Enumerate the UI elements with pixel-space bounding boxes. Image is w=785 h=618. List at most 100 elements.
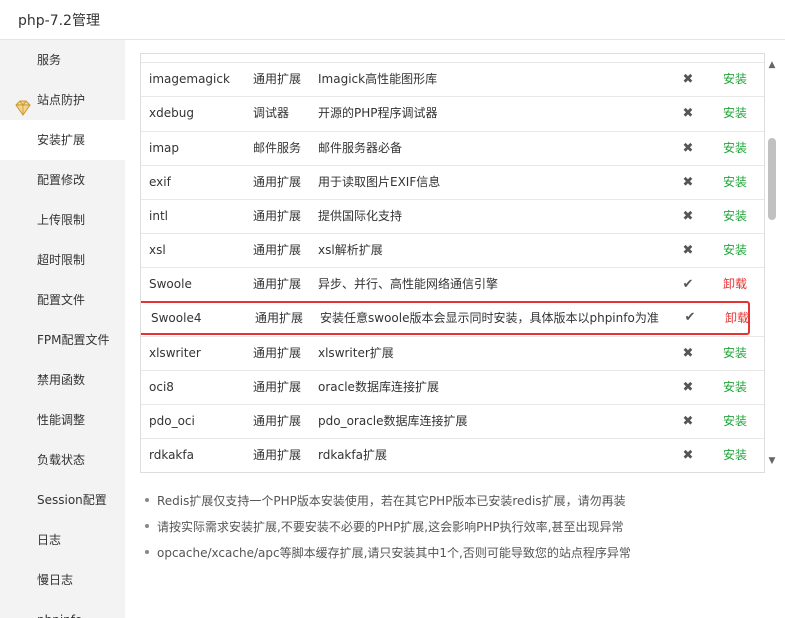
installed-check-icon: ✔ — [682, 277, 694, 292]
not-installed-icon: ✖ — [682, 209, 694, 224]
list-item: Redis扩展仅支持一个PHP版本安装使用，若在其它PHP版本已安装redis扩… — [141, 492, 761, 518]
not-installed-icon: ✖ — [682, 414, 694, 429]
extension-type: 通用扩展 — [253, 209, 302, 223]
table-row: Swoole 通用扩展 异步、并行、高性能网络通信引擎 ✔ 卸载 — [141, 267, 764, 301]
table-row: rdkakfa 通用扩展 rdkakfa扩展 ✖ 安装 — [141, 438, 764, 472]
table-row: intl 通用扩展 提供国际化支持 ✖ 安装 — [141, 199, 764, 233]
extension-type: 通用扩展 — [253, 243, 302, 257]
table-row: pdo_oci 通用扩展 pdo_oracle数据库连接扩展 ✖ 安装 — [141, 404, 764, 438]
main-panel: imagemagick 通用扩展 Imagick高性能图形库 ✖ 安装 xdeb… — [125, 40, 785, 618]
extension-description: 用于读取图片EXIF信息 — [318, 175, 441, 189]
installed-check-icon: ✔ — [684, 310, 696, 325]
extension-name: exif — [149, 175, 171, 189]
extension-name: xdebug — [149, 106, 194, 120]
extension-type: 通用扩展 — [253, 346, 302, 360]
not-installed-icon: ✖ — [682, 106, 694, 121]
sidebar-item-site-protection[interactable]: 站点防护 — [0, 80, 125, 120]
bullet-icon — [145, 550, 149, 554]
extension-description: Imagick高性能图形库 — [318, 72, 438, 86]
sidebar-item-config-edit[interactable]: 配置修改 — [0, 160, 125, 200]
sidebar-item-label: 禁用函数 — [37, 373, 86, 387]
scroll-up-arrow-icon[interactable]: ▲ — [765, 59, 779, 71]
not-installed-icon: ✖ — [682, 346, 694, 361]
sidebar-item-label: 慢日志 — [37, 573, 74, 587]
not-installed-icon: ✖ — [682, 243, 694, 258]
sidebar-item-config-file[interactable]: 配置文件 — [0, 280, 125, 320]
extension-type: 通用扩展 — [253, 380, 302, 394]
list-item: 请按实际需求安装扩展,不要安装不必要的PHP扩展,这会影响PHP执行效率,甚至出… — [141, 518, 761, 544]
sidebar: 服务 站点防护 安装扩展 配置修改 上传限制 超时限制 配置文件 FPM配置文件… — [0, 40, 125, 618]
sidebar-item-disabled-functions[interactable]: 禁用函数 — [0, 360, 125, 400]
window-title: php-7.2管理 — [18, 13, 100, 29]
not-installed-icon: ✖ — [682, 72, 694, 87]
sidebar-item-label: 配置修改 — [37, 173, 86, 187]
sidebar-item-service[interactable]: 服务 — [0, 40, 125, 80]
not-installed-icon: ✖ — [682, 141, 694, 156]
sidebar-item-timeout-limit[interactable]: 超时限制 — [0, 240, 125, 280]
list-item: opcache/xcache/apc等脚本缓存扩展,请只安装其中1个,否则可能导… — [141, 544, 761, 570]
extension-type: 通用扩展 — [255, 311, 304, 325]
uninstall-button[interactable]: 卸载 — [725, 303, 749, 333]
not-installed-icon: ✖ — [682, 448, 694, 463]
scroll-down-arrow-icon[interactable]: ▼ — [765, 455, 779, 467]
note-text: opcache/xcache/apc等脚本缓存扩展,请只安装其中1个,否则可能导… — [157, 546, 631, 560]
extension-name: rdkakfa — [149, 448, 194, 462]
extension-name: intl — [149, 209, 168, 223]
sidebar-item-install-extensions[interactable]: 安装扩展 — [0, 120, 125, 160]
sidebar-item-load-status[interactable]: 负载状态 — [0, 440, 125, 480]
extension-description: oracle数据库连接扩展 — [318, 380, 439, 394]
install-button[interactable]: 安装 — [723, 166, 747, 199]
install-button[interactable]: 安装 — [723, 132, 747, 165]
sidebar-item-session-config[interactable]: Session配置 — [0, 480, 125, 520]
table-scrollbar[interactable]: ▲ ▼ — [765, 53, 779, 473]
sidebar-item-label: 超时限制 — [37, 253, 86, 267]
scrollbar-thumb[interactable] — [768, 138, 776, 220]
install-button[interactable]: 安装 — [723, 200, 747, 233]
uninstall-button[interactable]: 卸载 — [723, 268, 747, 301]
table-row: exif 通用扩展 用于读取图片EXIF信息 ✖ 安装 — [141, 165, 764, 199]
sidebar-item-label: 安装扩展 — [37, 133, 86, 147]
install-button[interactable]: 安装 — [723, 371, 747, 404]
note-text: 请按实际需求安装扩展,不要安装不必要的PHP扩展,这会影响PHP执行效率,甚至出… — [157, 520, 624, 534]
window-titlebar: php-7.2管理 — [0, 0, 785, 40]
extension-description: xsl解析扩展 — [318, 243, 383, 257]
not-installed-icon: ✖ — [682, 380, 694, 395]
sidebar-item-slow-log[interactable]: 慢日志 — [0, 560, 125, 600]
extension-description: rdkakfa扩展 — [318, 448, 387, 462]
sidebar-item-phpinfo[interactable]: phpinfo — [0, 600, 125, 618]
install-button[interactable]: 安装 — [723, 63, 747, 96]
table-row: oci8 通用扩展 oracle数据库连接扩展 ✖ 安装 — [141, 370, 764, 404]
not-installed-icon: ✖ — [682, 175, 694, 190]
install-button[interactable]: 安装 — [723, 439, 747, 472]
note-text: Redis扩展仅支持一个PHP版本安装使用，若在其它PHP版本已安装redis扩… — [157, 494, 626, 508]
table-row: imagemagick 通用扩展 Imagick高性能图形库 ✖ 安装 — [141, 62, 764, 96]
extension-type: 通用扩展 — [253, 414, 302, 428]
install-button[interactable]: 安装 — [723, 97, 747, 130]
sidebar-item-upload-limit[interactable]: 上传限制 — [0, 200, 125, 240]
extension-name: imap — [149, 141, 179, 155]
extension-name: Swoole — [149, 277, 192, 291]
install-button[interactable]: 安装 — [723, 234, 747, 267]
install-button[interactable]: 安装 — [723, 405, 747, 438]
sidebar-item-performance[interactable]: 性能调整 — [0, 400, 125, 440]
table-row: xlswriter 通用扩展 xlswriter扩展 ✖ 安装 — [141, 336, 764, 370]
extension-description: 安装任意swoole版本会显示同时安装，具体版本以phpinfo为准 — [320, 311, 659, 325]
sidebar-item-label: FPM配置文件 — [37, 333, 110, 347]
extensions-table: imagemagick 通用扩展 Imagick高性能图形库 ✖ 安装 xdeb… — [140, 53, 765, 473]
sidebar-item-fpm-config[interactable]: FPM配置文件 — [0, 320, 125, 360]
extension-name: Swoole4 — [151, 311, 202, 325]
sidebar-item-label: 上传限制 — [37, 213, 86, 227]
table-row: imap 邮件服务 邮件服务器必备 ✖ 安装 — [141, 131, 764, 165]
extension-description: 异步、并行、高性能网络通信引擎 — [318, 277, 499, 291]
extension-type: 通用扩展 — [253, 448, 302, 462]
table-row: xsl 通用扩展 xsl解析扩展 ✖ 安装 — [141, 233, 764, 267]
sidebar-item-label: 配置文件 — [37, 293, 86, 307]
extension-type: 邮件服务 — [253, 141, 302, 155]
extension-name: xsl — [149, 243, 166, 257]
extension-type: 通用扩展 — [253, 72, 302, 86]
extension-description: 开源的PHP程序调试器 — [318, 106, 438, 120]
install-button[interactable]: 安装 — [723, 337, 747, 370]
extension-type: 通用扩展 — [253, 277, 302, 291]
extension-description: xlswriter扩展 — [318, 346, 394, 360]
sidebar-item-log[interactable]: 日志 — [0, 520, 125, 560]
